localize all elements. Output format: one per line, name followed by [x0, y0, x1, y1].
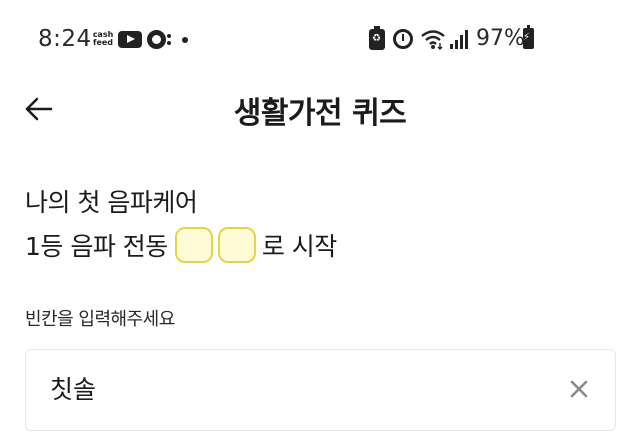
question-line-1: 나의 첫 음파케어: [25, 188, 198, 217]
input-instruction: 빈칸을 입력해주세요: [25, 309, 175, 330]
colon-icon: [167, 30, 171, 49]
answer-blank-box: [217, 227, 256, 263]
recycle-icon: [369, 26, 385, 50]
status-time: 8:24: [38, 26, 92, 52]
signal-icon: [450, 29, 468, 49]
page-title: 생활가전 퀴즈: [233, 96, 407, 131]
answer-input-field[interactable]: 칫솔: [25, 349, 616, 431]
close-icon[interactable]: [567, 377, 591, 401]
youtube-icon: [118, 31, 142, 48]
alarm-icon: [393, 29, 413, 49]
dot-icon: [182, 37, 188, 43]
question-line-2-prefix: 1등 음파 전동: [25, 232, 168, 261]
answer-blank-box: [174, 227, 213, 263]
status-bar: 8:24 cash feed 97%: [0, 0, 640, 80]
quiz-question: 나의 첫 음파케어 1등 음파 전동 로 시작: [25, 185, 337, 265]
cashfeed-icon: cash feed: [92, 30, 114, 47]
battery-percent: 97%: [476, 26, 525, 51]
question-line-2-suffix: 로 시작: [261, 232, 337, 261]
battery-charging-icon: [523, 25, 534, 49]
question-line-2: 1등 음파 전동 로 시작: [25, 225, 337, 265]
o-icon: [147, 30, 166, 49]
answer-input-value[interactable]: 칫솔: [50, 370, 96, 406]
wifi-icon: [421, 30, 445, 50]
